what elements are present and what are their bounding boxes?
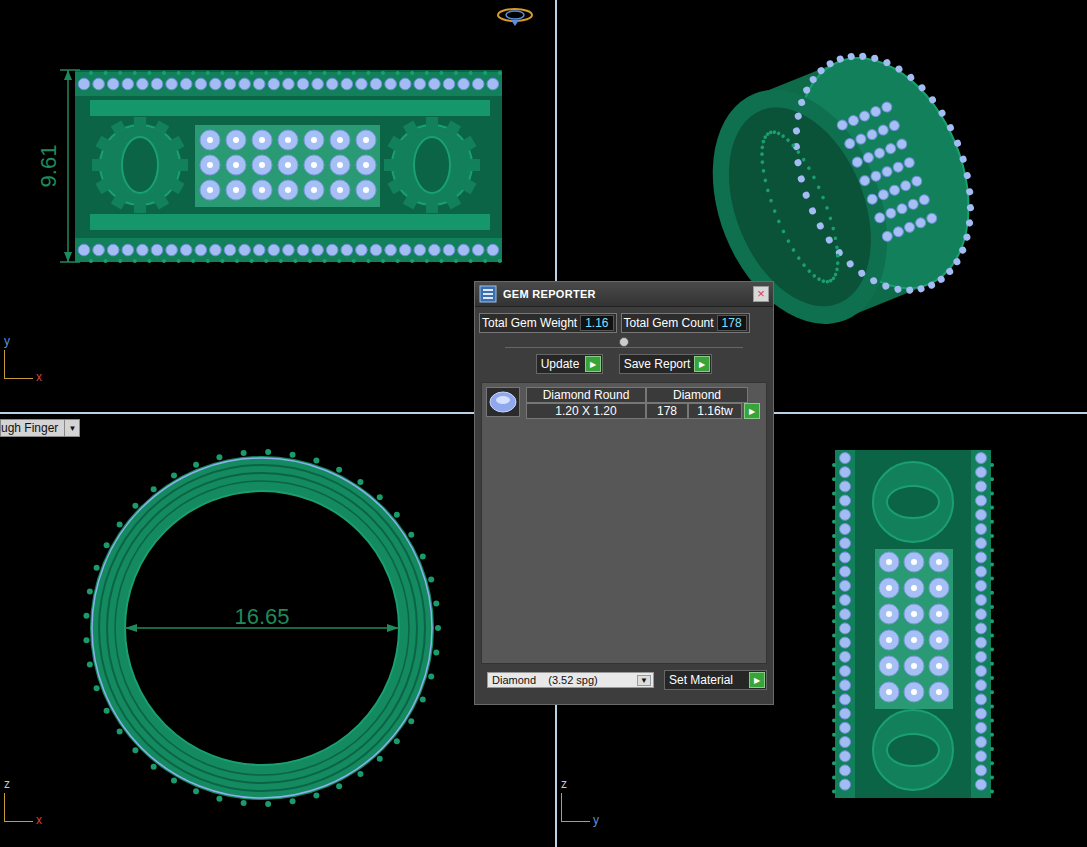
action-button[interactable]: Save Report▶ (619, 354, 713, 374)
round-diamond-icon (486, 387, 520, 417)
close-button[interactable]: × (753, 286, 769, 302)
axis-indicator: yx (2, 342, 46, 382)
ring-top-drawing: 16.65 (0, 414, 555, 847)
axis-label: y (593, 813, 599, 827)
diameter-dimension: 16.65 (234, 604, 289, 629)
dropdown-arrow-icon[interactable]: ▼ (637, 675, 651, 686)
play-arrow-icon[interactable]: ▶ (585, 356, 601, 372)
collapse-separator[interactable] (505, 335, 743, 348)
total-gem-count: Total Gem Count178 (621, 313, 750, 333)
gem-row[interactable]: Diamond RoundDiamond1.20 X 1.201781.16tw… (486, 387, 762, 419)
axis-label: z (561, 777, 567, 791)
axis-label: x (36, 813, 42, 827)
axis-indicator: zy (559, 785, 603, 825)
axis-label: z (4, 777, 10, 791)
axis-label: x (36, 370, 42, 384)
dropdown-arrow-icon[interactable]: ▼ (64, 420, 79, 436)
play-arrow-icon[interactable]: ▶ (749, 672, 765, 688)
axis-label: y (4, 334, 10, 348)
play-arrow-icon[interactable]: ▶ (744, 403, 760, 419)
dialog-titlebar[interactable]: GEM REPORTER× (475, 282, 773, 307)
front-viewport[interactable]: 9.61yx (0, 0, 555, 412)
top-viewport[interactable]: 16.65ugh Finger▼zx (0, 414, 555, 847)
axis-indicator: zx (2, 785, 46, 825)
cad-workspace: 9.61yx16.65ugh Finger▼zxzyGEM REPORTER×T… (0, 0, 1087, 847)
gem-reporter-dialog[interactable]: GEM REPORTER× Total Gem Weight1.16Total G… (474, 281, 774, 705)
action-button[interactable]: Update▶ (536, 354, 603, 374)
height-dimension: 9.61 (36, 145, 61, 188)
gem-list: Diamond RoundDiamond1.20 X 1.201781.16tw… (481, 382, 767, 664)
set-material-button[interactable]: Set Material▶ (664, 670, 767, 690)
ring-front-drawing: 9.61 (0, 0, 555, 412)
total-gem-weight: Total Gem Weight1.16 (479, 313, 617, 333)
material-select[interactable]: Diamond (3.52 spg)▼ (487, 672, 654, 688)
view-dropdown[interactable]: ugh Finger▼ (0, 419, 80, 437)
ring-logo-icon[interactable] (495, 6, 535, 28)
play-arrow-icon[interactable]: ▶ (694, 356, 710, 372)
gem-report-icon (479, 285, 497, 303)
